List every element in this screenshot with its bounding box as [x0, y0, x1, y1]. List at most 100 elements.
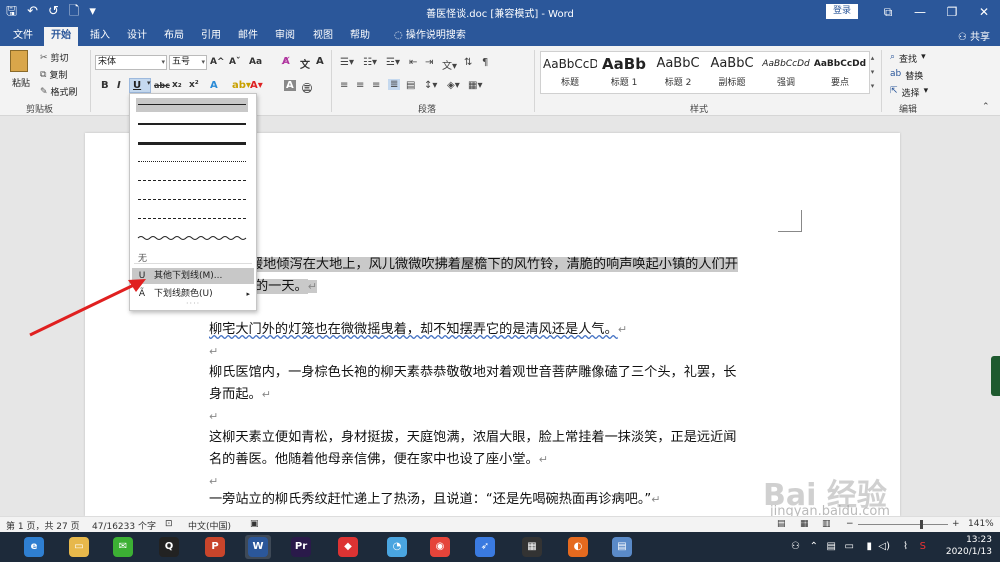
share-button[interactable]: ⚇ 共享: [958, 28, 990, 43]
char-shading-icon[interactable]: A: [284, 80, 296, 91]
borders-icon[interactable]: ▦▾: [468, 80, 482, 91]
underline-wave[interactable]: [136, 231, 248, 245]
tab-mailings[interactable]: 邮件: [231, 27, 265, 46]
zoom-out-icon[interactable]: −: [846, 519, 854, 529]
format-painter-button[interactable]: ✎ 格式刷: [40, 85, 78, 99]
word-count[interactable]: 47/16233 个字: [92, 519, 156, 532]
underline-dotted[interactable]: [136, 155, 248, 169]
underline-dot-dash[interactable]: [136, 193, 248, 207]
style-strong[interactable]: AaBbCcDd 要点: [813, 54, 867, 88]
film-icon[interactable]: ▦: [519, 535, 545, 559]
zoom-slider-thumb[interactable]: [920, 520, 923, 529]
change-case-button[interactable]: Aa: [249, 57, 262, 67]
empty-paragraph[interactable]: ↵: [209, 405, 218, 428]
styles-scroll[interactable]: ▴ ▾ ▾: [868, 51, 877, 94]
subscript-button[interactable]: x₂: [172, 80, 182, 90]
tab-view[interactable]: 视图: [306, 27, 340, 46]
read-mode-icon[interactable]: ▤: [777, 519, 786, 529]
tab-design[interactable]: 设计: [120, 27, 154, 46]
tab-insert[interactable]: 插入: [83, 27, 117, 46]
paragraph-3-line-1[interactable]: 柳氏医馆内，一身棕色长袍的柳天素恭恭敬敬地对着观世音菩萨雕像磕了三个头，礼罢，长: [209, 361, 737, 384]
zoom-in-icon[interactable]: +: [952, 519, 960, 529]
firefox-icon[interactable]: ◐: [565, 535, 591, 559]
qq-icon[interactable]: Q: [156, 535, 182, 559]
clear-formatting-icon[interactable]: A̸: [282, 56, 290, 67]
wifi-icon[interactable]: ⌇: [903, 541, 908, 552]
grow-font-button[interactable]: A^: [210, 57, 225, 67]
proofing-icon[interactable]: ⊡: [165, 519, 173, 529]
premiere-icon[interactable]: Pr: [288, 535, 314, 559]
underline-double[interactable]: [136, 136, 248, 150]
empty-paragraph[interactable]: ↵: [209, 340, 218, 363]
book-icon[interactable]: ▤: [609, 535, 635, 559]
shrink-font-button[interactable]: Aˇ: [229, 57, 240, 67]
superscript-button[interactable]: x²: [189, 80, 199, 90]
word-icon[interactable]: W: [245, 535, 271, 559]
paragraph-4-line-1[interactable]: 这柳天素立便如青松，身材挺拔，天庭饱满，浓眉大眼，脸上常挂着一抹淡笑，正是远近闻: [209, 426, 737, 449]
align-center-icon[interactable]: ≡: [356, 80, 364, 91]
print-layout-icon[interactable]: ▦: [800, 519, 809, 529]
restore-icon[interactable]: ❐: [936, 0, 968, 24]
cut-button[interactable]: ✂ 剪切: [40, 51, 69, 65]
tell-me-search[interactable]: ◌ 操作说明搜索: [387, 27, 473, 46]
paragraph-1-line-1[interactable]: 暖地倾泻在大地上，风儿微微吹拂着屋檐下的风竹铃，清脆的响声唤起小镇的人们开: [250, 253, 738, 276]
paragraph-3-line-2[interactable]: 身而起。↵: [209, 383, 271, 406]
minimize-icon[interactable]: —: [904, 0, 936, 24]
select-button[interactable]: ⇱ 选择 ▾: [890, 86, 928, 99]
shading-icon[interactable]: ◈▾: [447, 80, 460, 91]
person-icon[interactable]: ⚇: [791, 541, 800, 552]
tab-references[interactable]: 引用: [194, 27, 228, 46]
tab-review[interactable]: 审阅: [268, 27, 302, 46]
underline-dropdown-icon[interactable]: ▾: [147, 79, 151, 87]
style-title[interactable]: AaBbCcDd 标题: [543, 54, 597, 88]
folder-icon[interactable]: ▭: [66, 535, 92, 559]
underline-words[interactable]: [136, 117, 248, 131]
line-spacing-icon[interactable]: ↕▾: [424, 80, 437, 91]
text-effects-icon[interactable]: A: [210, 80, 218, 91]
highlight-icon[interactable]: ab▾: [232, 80, 251, 91]
phonetic-guide-icon[interactable]: 文: [300, 56, 310, 71]
sort-icon[interactable]: ⇅: [464, 57, 472, 68]
zoom-slider[interactable]: [858, 524, 948, 525]
chinese-layout-icon[interactable]: 文▾: [442, 57, 457, 72]
char-border-icon[interactable]: A: [316, 56, 324, 67]
clock[interactable]: 13:23 2020/1/13: [946, 534, 992, 558]
battery-icon[interactable]: ▮: [866, 541, 872, 552]
tab-help[interactable]: 帮助: [343, 27, 377, 46]
multilevel-icon[interactable]: ☲▾: [386, 57, 400, 68]
paragraph-5[interactable]: 一旁站立的柳氏秀纹赶忙递上了热汤，且说道：“还是先喝碗热面再诊病吧。”↵: [209, 488, 660, 511]
style-emphasis[interactable]: AaBbCcDd 强调: [759, 54, 813, 88]
powerpoint-icon[interactable]: P: [202, 535, 228, 559]
chevron-up-icon[interactable]: ⌃: [810, 541, 818, 552]
decrease-indent-icon[interactable]: ⇤: [409, 57, 417, 68]
copy-button[interactable]: ⧉ 复制: [40, 68, 67, 82]
enclose-char-icon[interactable]: ㊂: [302, 80, 312, 95]
collapse-ribbon-icon[interactable]: ⌃: [982, 102, 990, 112]
network-icon[interactable]: ▭: [845, 541, 854, 552]
paste-button[interactable]: 粘贴: [12, 76, 30, 89]
font-name-combo[interactable]: 宋体 ▾: [95, 55, 167, 70]
resize-grip[interactable]: ····: [186, 299, 200, 308]
bold-button[interactable]: B: [101, 80, 109, 91]
app-icon[interactable]: ◆: [335, 535, 361, 559]
font-color-icon[interactable]: A▾: [250, 80, 263, 91]
tray-icon[interactable]: ▤: [827, 541, 836, 552]
page-count[interactable]: 第 1 页，共 27 页: [6, 519, 80, 532]
bullets-icon[interactable]: ☰▾: [340, 57, 354, 68]
zoom-level[interactable]: 141%: [968, 519, 994, 529]
feishu-icon[interactable]: ➶: [472, 535, 498, 559]
increase-indent-icon[interactable]: ⇥: [425, 57, 433, 68]
align-right-icon[interactable]: ≡: [372, 80, 380, 91]
underline-dot-dot-dash[interactable]: [136, 212, 248, 226]
show-marks-icon[interactable]: ¶: [482, 57, 488, 68]
justify-icon[interactable]: ≣: [388, 79, 401, 90]
style-heading1[interactable]: AaBb 标题 1: [597, 54, 651, 88]
language[interactable]: 中文(中国): [188, 519, 231, 532]
login-button[interactable]: 登录: [826, 4, 858, 19]
ribbon-display-icon[interactable]: ⧉: [872, 0, 904, 24]
volume-icon[interactable]: ◁): [878, 541, 890, 552]
distributed-icon[interactable]: ▤: [406, 80, 415, 91]
macro-icon[interactable]: ▣: [250, 519, 259, 529]
font-size-combo[interactable]: 五号 ▾: [169, 55, 207, 70]
underline-dashed[interactable]: [136, 174, 248, 188]
